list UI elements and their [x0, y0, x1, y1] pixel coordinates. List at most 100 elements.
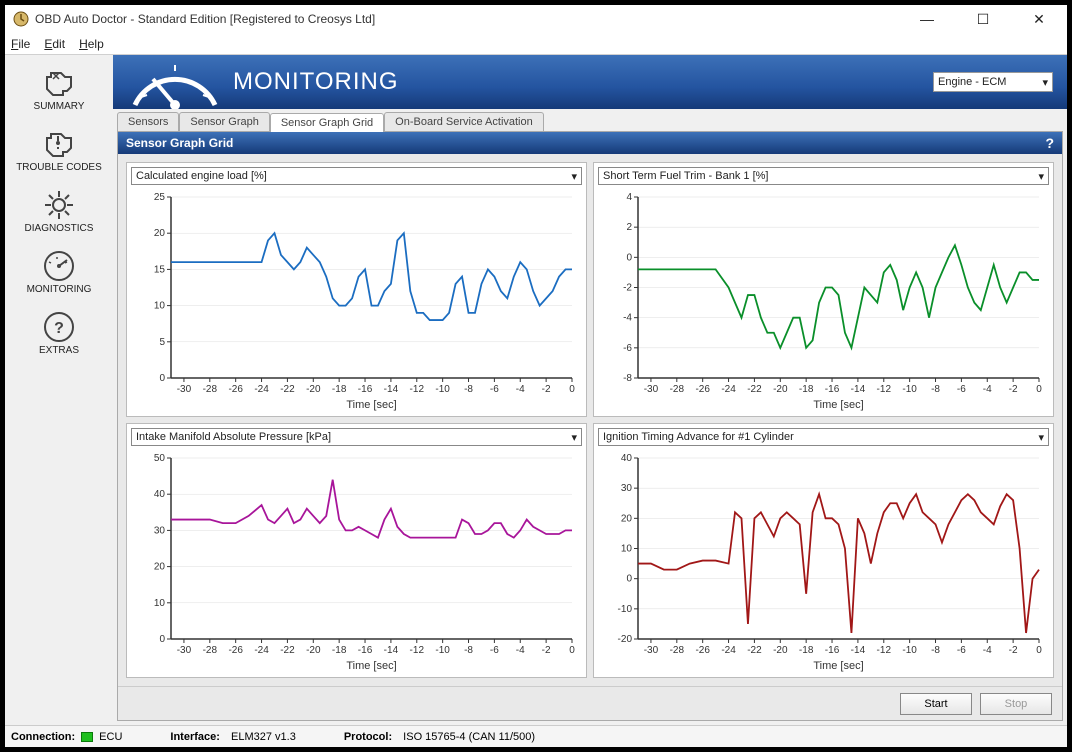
svg-text:-2: -2 [1009, 645, 1018, 656]
status-iface-label: Interface: [170, 731, 220, 743]
svg-text:-14: -14 [851, 384, 866, 395]
sidebar-item-diagnostics[interactable]: DIAGNOSTICS [11, 183, 107, 238]
chart-cell-2: Intake Manifold Absolute Pressure [kPa] … [126, 423, 587, 678]
menu-help[interactable]: Help [79, 37, 104, 51]
svg-text:Time [sec]: Time [sec] [813, 660, 863, 672]
window-title: OBD Auto Doctor - Standard Edition [Regi… [35, 12, 907, 26]
chart-cell-0: Calculated engine load [%] ▾ 0510152025-… [126, 162, 587, 417]
statusbar: Connection: ECU Interface: ELM327 v1.3 P… [5, 725, 1067, 747]
svg-text:-24: -24 [721, 645, 736, 656]
svg-text:0: 0 [626, 574, 632, 585]
minimize-button[interactable]: — [907, 11, 947, 28]
svg-text:-6: -6 [957, 645, 966, 656]
param-select-1[interactable]: Short Term Fuel Trim - Bank 1 [%] ▾ [598, 167, 1049, 185]
svg-text:-30: -30 [644, 645, 659, 656]
svg-text:4: 4 [626, 192, 632, 203]
chevron-down-icon: ▾ [1038, 431, 1044, 444]
plot-2: 01020304050-30-28-26-24-22-20-18-16-14-1… [131, 450, 582, 673]
svg-text:20: 20 [154, 228, 166, 239]
plot-3: -20-10010203040-30-28-26-24-22-20-18-16-… [598, 450, 1049, 673]
charts-grid: Calculated engine load [%] ▾ 0510152025-… [118, 154, 1062, 686]
gear-icon [41, 187, 77, 223]
page-title: MONITORING [233, 68, 933, 96]
svg-text:-26: -26 [228, 645, 243, 656]
svg-text:2: 2 [626, 222, 632, 233]
tab-sensors[interactable]: Sensors [117, 112, 179, 131]
svg-text:-20: -20 [773, 645, 788, 656]
menu-file[interactable]: File [11, 37, 30, 51]
svg-text:-16: -16 [825, 384, 840, 395]
svg-text:-10: -10 [618, 604, 633, 615]
svg-text:-30: -30 [177, 384, 192, 395]
svg-text:-24: -24 [254, 384, 269, 395]
svg-text:-18: -18 [799, 645, 814, 656]
svg-text:50: 50 [154, 453, 166, 464]
ecu-select[interactable]: Engine - ECM ▾ [933, 72, 1053, 92]
start-button[interactable]: Start [900, 693, 972, 715]
svg-text:-22: -22 [747, 645, 762, 656]
help-icon[interactable]: ? [1045, 135, 1054, 151]
svg-text:0: 0 [1036, 645, 1042, 656]
svg-text:-22: -22 [280, 645, 295, 656]
svg-text:-6: -6 [490, 645, 499, 656]
chart-cell-1: Short Term Fuel Trim - Bank 1 [%] ▾ -8-6… [593, 162, 1054, 417]
svg-text:-8: -8 [931, 645, 940, 656]
plot-1: -8-6-4-2024-30-28-26-24-22-20-18-16-14-1… [598, 189, 1049, 412]
status-iface-val: ELM327 v1.3 [231, 731, 296, 743]
svg-text:30: 30 [621, 483, 633, 494]
sidebar-item-label: SUMMARY [34, 101, 85, 112]
svg-text:-2: -2 [623, 283, 632, 294]
param-select-2[interactable]: Intake Manifold Absolute Pressure [kPa] … [131, 428, 582, 446]
svg-text:15: 15 [154, 264, 166, 275]
sidebar-item-label: DIAGNOSTICS [25, 223, 94, 234]
svg-text:-20: -20 [773, 384, 788, 395]
param-select-3[interactable]: Ignition Timing Advance for #1 Cylinder … [598, 428, 1049, 446]
close-button[interactable]: ✕ [1019, 11, 1059, 28]
svg-text:0: 0 [159, 634, 165, 645]
svg-text:-10: -10 [902, 645, 917, 656]
chevron-down-icon: ▾ [1042, 76, 1048, 89]
svg-text:-6: -6 [490, 384, 499, 395]
header-gauge-icon [127, 55, 223, 109]
svg-text:-10: -10 [902, 384, 917, 395]
sidebar-item-summary[interactable]: SUMMARY [11, 61, 107, 116]
status-conn-label: Connection: [11, 731, 75, 743]
svg-text:-20: -20 [306, 645, 321, 656]
menu-edit[interactable]: Edit [44, 37, 65, 51]
svg-text:40: 40 [621, 453, 633, 464]
svg-text:-16: -16 [358, 384, 373, 395]
svg-text:-8: -8 [464, 645, 473, 656]
chevron-down-icon: ▾ [571, 431, 577, 444]
monitoring-header: MONITORING Engine - ECM ▾ [113, 55, 1067, 109]
svg-text:30: 30 [154, 525, 166, 536]
svg-text:-14: -14 [851, 645, 866, 656]
sidebar-item-label: EXTRAS [39, 345, 79, 356]
svg-text:-2: -2 [542, 645, 551, 656]
svg-text:-28: -28 [203, 384, 218, 395]
tabs: Sensors Sensor Graph Sensor Graph Grid O… [113, 109, 1067, 131]
param-select-0[interactable]: Calculated engine load [%] ▾ [131, 167, 582, 185]
svg-text:-28: -28 [203, 645, 218, 656]
svg-text:0: 0 [159, 373, 165, 384]
svg-text:-12: -12 [877, 384, 892, 395]
titlebar: OBD Auto Doctor - Standard Edition [Regi… [5, 5, 1067, 33]
sidebar-item-monitoring[interactable]: MONITORING [11, 244, 107, 299]
sidebar-item-trouble[interactable]: TROUBLE CODES [11, 122, 107, 177]
svg-text:-6: -6 [623, 343, 632, 354]
engine-icon [41, 65, 77, 101]
svg-text:10: 10 [154, 301, 166, 312]
chevron-down-icon: ▾ [571, 170, 577, 183]
svg-text:0: 0 [569, 645, 575, 656]
maximize-button[interactable]: ☐ [963, 11, 1003, 28]
svg-text:20: 20 [154, 562, 166, 573]
sidebar-item-extras[interactable]: ? EXTRAS [11, 305, 107, 360]
svg-text:-10: -10 [435, 645, 450, 656]
plot-0: 0510152025-30-28-26-24-22-20-18-16-14-12… [131, 189, 582, 412]
status-conn-val: ECU [99, 731, 122, 743]
svg-text:20: 20 [621, 513, 633, 524]
tab-sensor-graph[interactable]: Sensor Graph [179, 112, 269, 131]
tab-sensor-graph-grid[interactable]: Sensor Graph Grid [270, 113, 384, 132]
svg-text:-24: -24 [721, 384, 736, 395]
tab-onboard-service[interactable]: On-Board Service Activation [384, 112, 544, 131]
svg-text:25: 25 [154, 192, 166, 203]
